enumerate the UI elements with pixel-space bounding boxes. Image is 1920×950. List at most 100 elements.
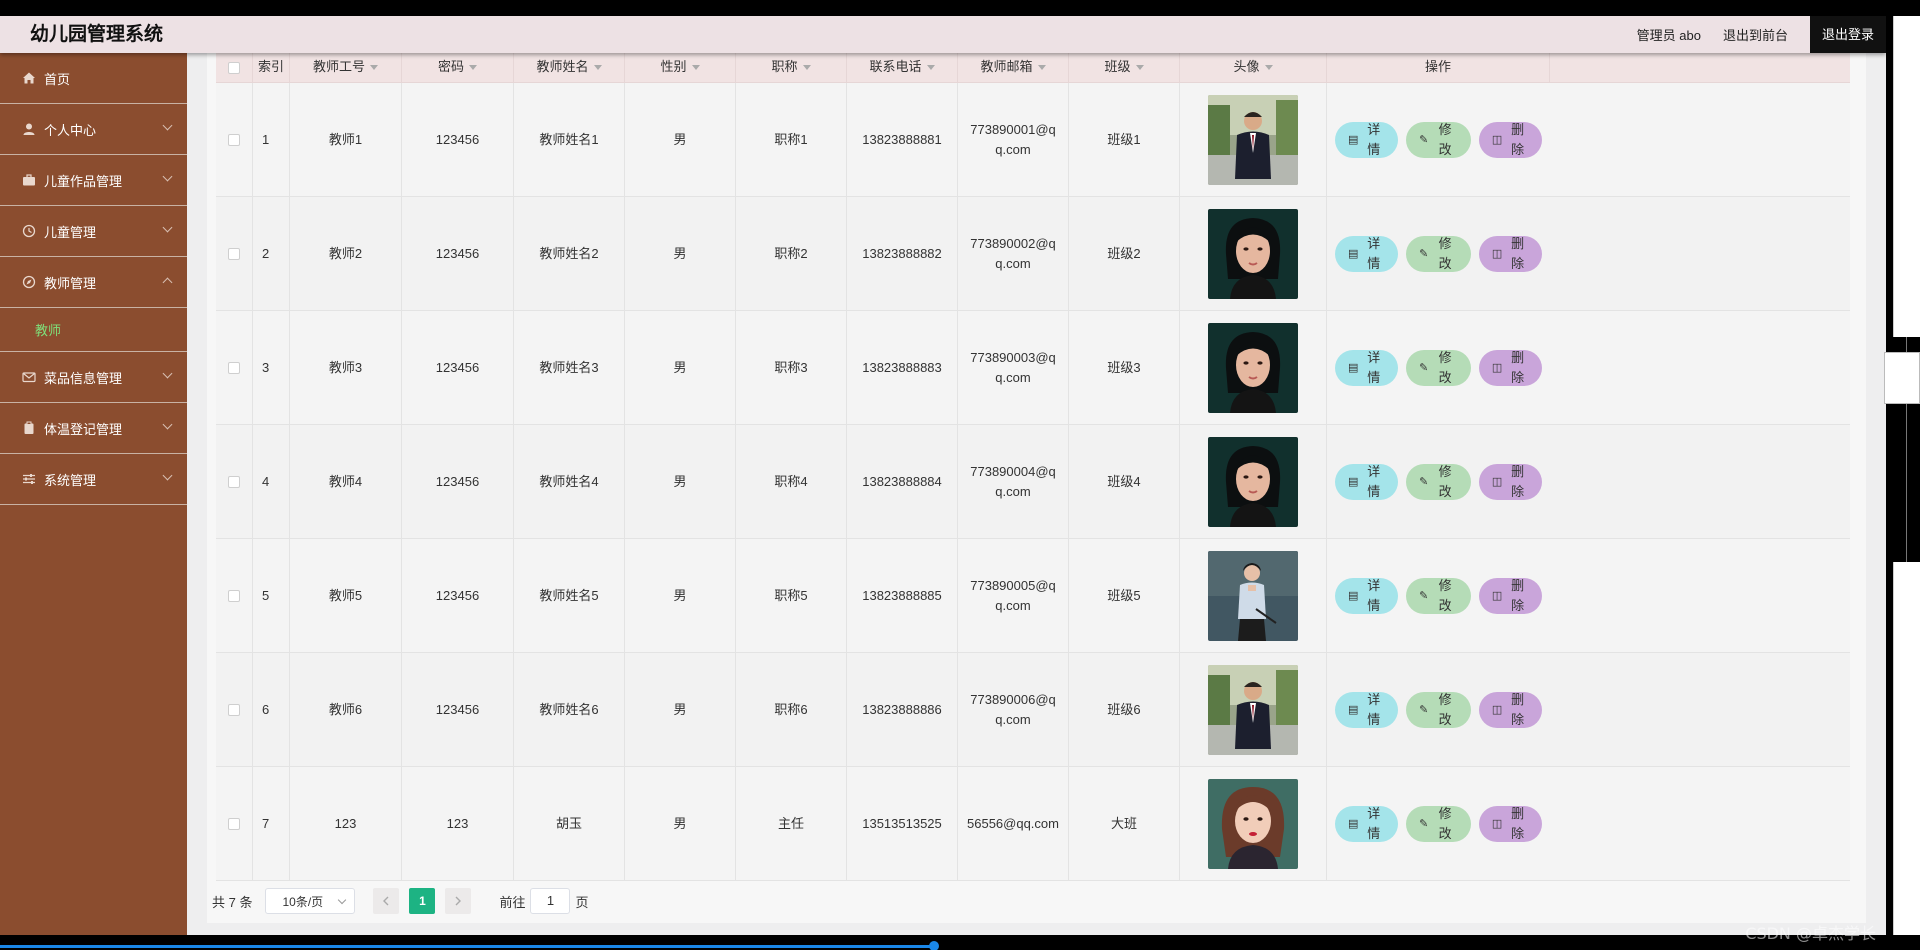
row-checkbox[interactable] [228, 247, 240, 260]
edit-button[interactable]: ✎ 修改 [1406, 121, 1471, 158]
chevron-down-icon [338, 895, 347, 905]
delete-button[interactable]: ◫ 删除 [1478, 577, 1543, 614]
avatar-photo[interactable] [1208, 94, 1298, 185]
sidebar-item-5[interactable]: 菜品信息管理 [0, 352, 187, 403]
column-header-gender[interactable]: 性别 [625, 53, 736, 83]
cell-text: 4 [262, 473, 270, 489]
row-checkbox[interactable] [228, 703, 240, 716]
chevron-icon [162, 419, 173, 430]
clock-icon [22, 224, 36, 238]
cell-text: 13823888883 [862, 359, 942, 375]
avatar-photo[interactable] [1208, 664, 1298, 755]
cell-text: 教师6 [328, 701, 363, 717]
sidebar-item-4[interactable]: 教师管理 [0, 257, 187, 308]
sidebar-item-3[interactable]: 儿童管理 [0, 206, 187, 257]
avatar-photo[interactable] [1208, 322, 1298, 413]
delete-button[interactable]: ◫ 删除 [1478, 805, 1543, 842]
avatar-photo[interactable] [1208, 778, 1298, 869]
detail-button[interactable]: ▤ 详情 [1335, 577, 1399, 614]
video-progress-bar[interactable] [0, 945, 935, 948]
sidebar: 首页个人中心 儿童作品管理 儿童管理 教师管理 教师 菜品信息管理 体温登记管理 系统管理 [0, 53, 187, 935]
column-header-teacher-name[interactable]: 教师姓名 [514, 53, 625, 83]
cell-text: 123456 [435, 587, 480, 603]
detail-button[interactable]: ▤ 详情 [1335, 691, 1399, 728]
detail-button[interactable]: ▤ 详情 [1335, 463, 1399, 500]
sidebar-item-7[interactable]: 系统管理 [0, 454, 187, 505]
cell-avatar [1180, 767, 1327, 880]
detail-label: 详情 [1367, 805, 1381, 841]
cell-select [216, 539, 253, 652]
pagination: 共 7 条 10条/页 1 前往 1 页 [212, 887, 589, 915]
cell-text: 2 [262, 245, 270, 261]
delete-button[interactable]: ◫ 删除 [1478, 691, 1543, 728]
page-size-value: 10条/页 [282, 894, 324, 909]
edit-button[interactable]: ✎ 修改 [1406, 349, 1471, 386]
cell-text: 7 [262, 815, 270, 831]
edit-button[interactable]: ✎ 修改 [1406, 577, 1471, 614]
avatar-photo[interactable] [1208, 208, 1298, 299]
row-checkbox[interactable] [228, 475, 240, 488]
delete-label: 删除 [1511, 235, 1525, 271]
column-header-avatar[interactable]: 头像 [1180, 53, 1327, 83]
detail-button[interactable]: ▤ 详情 [1335, 121, 1399, 158]
column-header-class[interactable]: 班级 [1069, 53, 1180, 83]
column-header-email[interactable]: 教师邮箱 [958, 53, 1069, 83]
edit-button[interactable]: ✎ 修改 [1406, 463, 1471, 500]
video-progress-handle[interactable] [929, 941, 939, 950]
prev-page-button[interactable] [373, 888, 400, 914]
cell-index: 1 [253, 83, 290, 196]
delete-button[interactable]: ◫ 删除 [1478, 463, 1543, 500]
delete-button[interactable]: ◫ 删除 [1478, 235, 1543, 272]
pencil-icon: ✎ [1419, 133, 1429, 146]
detail-button[interactable]: ▤ 详情 [1335, 235, 1399, 272]
detail-label: 详情 [1367, 691, 1381, 727]
detail-button[interactable]: ▤ 详情 [1335, 805, 1399, 842]
goto-page-input[interactable]: 1 [530, 888, 571, 914]
page-size-select[interactable]: 10条/页 [265, 888, 356, 914]
row-checkbox[interactable] [228, 133, 240, 146]
select-all-checkbox[interactable] [228, 61, 240, 74]
delete-label: 删除 [1511, 463, 1525, 499]
cell-select [216, 83, 253, 196]
cell-teacher-id: 教师5 [290, 539, 402, 652]
row-checkbox[interactable] [228, 589, 240, 602]
sidebar-item-0[interactable]: 首页 [0, 53, 187, 104]
column-header-title[interactable]: 职称 [736, 53, 847, 83]
row-checkbox[interactable] [228, 361, 240, 374]
right-scroll-thumb[interactable] [1884, 352, 1920, 404]
detail-button[interactable]: ▤ 详情 [1335, 349, 1399, 386]
cell-phone: 13823888885 [847, 539, 958, 652]
sidebar-item-6[interactable]: 体温登记管理 [0, 403, 187, 454]
sidebar-item-1[interactable]: 个人中心 [0, 104, 187, 155]
chevron-left-icon [383, 896, 389, 906]
exit-to-frontend-link[interactable]: 退出到前台 [1723, 25, 1788, 44]
avatar-photo[interactable] [1208, 436, 1298, 527]
sidebar-subitem-teacher[interactable]: 教师 [0, 308, 187, 352]
delete-button[interactable]: ◫ 删除 [1478, 121, 1543, 158]
edit-button[interactable]: ✎ 修改 [1406, 235, 1471, 272]
cell-phone: 13823888881 [847, 83, 958, 196]
sidebar-item-label: 首页 [44, 71, 71, 87]
table-row: 6 教师6 123456 教师姓名6 男 职称6 13823888886 773890006@… [216, 653, 1850, 767]
avatar-photo[interactable] [1208, 550, 1298, 641]
logout-button[interactable]: 退出登录 [1809, 16, 1886, 53]
sidebar-item-2[interactable]: 儿童作品管理 [0, 155, 187, 206]
sort-icon [1037, 65, 1046, 71]
chevron-icon [162, 171, 173, 182]
row-checkbox[interactable] [228, 817, 240, 830]
column-header-password[interactable]: 密码 [402, 53, 514, 83]
cell-text: 男 [673, 473, 687, 489]
next-page-button[interactable] [445, 888, 472, 914]
edit-button[interactable]: ✎ 修改 [1406, 805, 1471, 842]
cell-teacher-id: 教师6 [290, 653, 402, 766]
cell-email: 773890002@qq.com [958, 197, 1069, 310]
edit-button[interactable]: ✎ 修改 [1406, 691, 1471, 728]
column-header-teacher-id[interactable]: 教师工号 [290, 53, 402, 83]
delete-button[interactable]: ◫ 删除 [1478, 349, 1543, 386]
cell-email: 773890004@qq.com [958, 425, 1069, 538]
page-1-button[interactable]: 1 [409, 888, 436, 914]
column-header-phone[interactable]: 联系电话 [847, 53, 958, 83]
column-header-label: 教师邮箱 [980, 59, 1033, 74]
cell-avatar [1180, 539, 1327, 652]
top-strip [0, 0, 1920, 16]
